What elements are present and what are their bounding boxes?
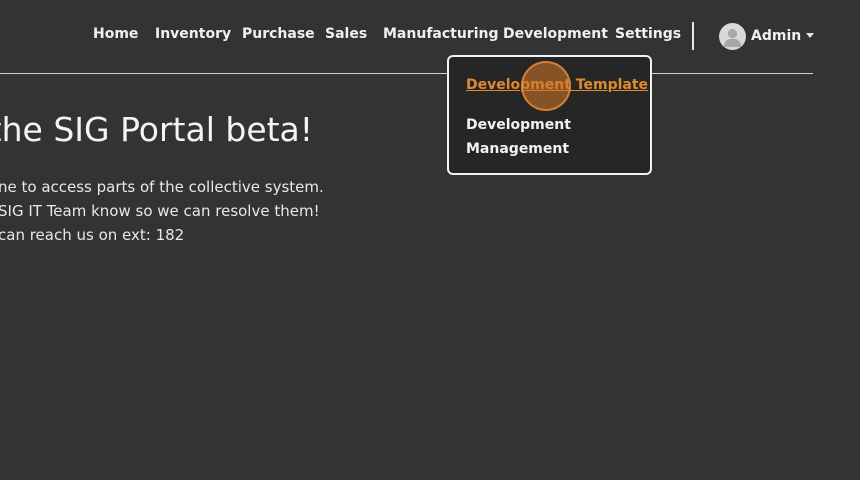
nav-link-purchase[interactable]: Purchase (242, 26, 315, 42)
nav-link-development[interactable]: Development (503, 26, 608, 42)
user-name: Admin (751, 28, 802, 44)
nav-link-home[interactable]: Home (93, 26, 138, 42)
dropdown-item-development-template[interactable]: Development Template (466, 73, 648, 97)
intro-line: can reach us on ext: 182 (0, 226, 185, 244)
dropdown-item-development-management[interactable]: Development Management (466, 113, 616, 161)
top-navbar: Home Inventory Purchase Sales Manufactur… (0, 0, 860, 72)
page: Home Inventory Purchase Sales Manufactur… (0, 0, 860, 480)
nav-divider (692, 22, 694, 50)
page-title: o the SIG Portal beta! (0, 110, 314, 149)
development-dropdown-menu: Development Template Development Managem… (447, 55, 652, 175)
nav-divider-line (0, 73, 813, 74)
user-icon (723, 28, 742, 47)
nav-link-manufacturing[interactable]: Manufacturing (383, 26, 499, 42)
nav-link-inventory[interactable]: Inventory (155, 26, 231, 42)
intro-line: ne to access parts of the collective sys… (0, 178, 324, 196)
intro-line: SIG IT Team know so we can resolve them! (0, 202, 320, 220)
user-menu[interactable]: Admin (719, 22, 801, 50)
nav-link-sales[interactable]: Sales (325, 26, 367, 42)
nav-link-settings[interactable]: Settings (615, 26, 681, 42)
chevron-down-icon[interactable] (806, 33, 814, 38)
avatar (719, 22, 746, 50)
